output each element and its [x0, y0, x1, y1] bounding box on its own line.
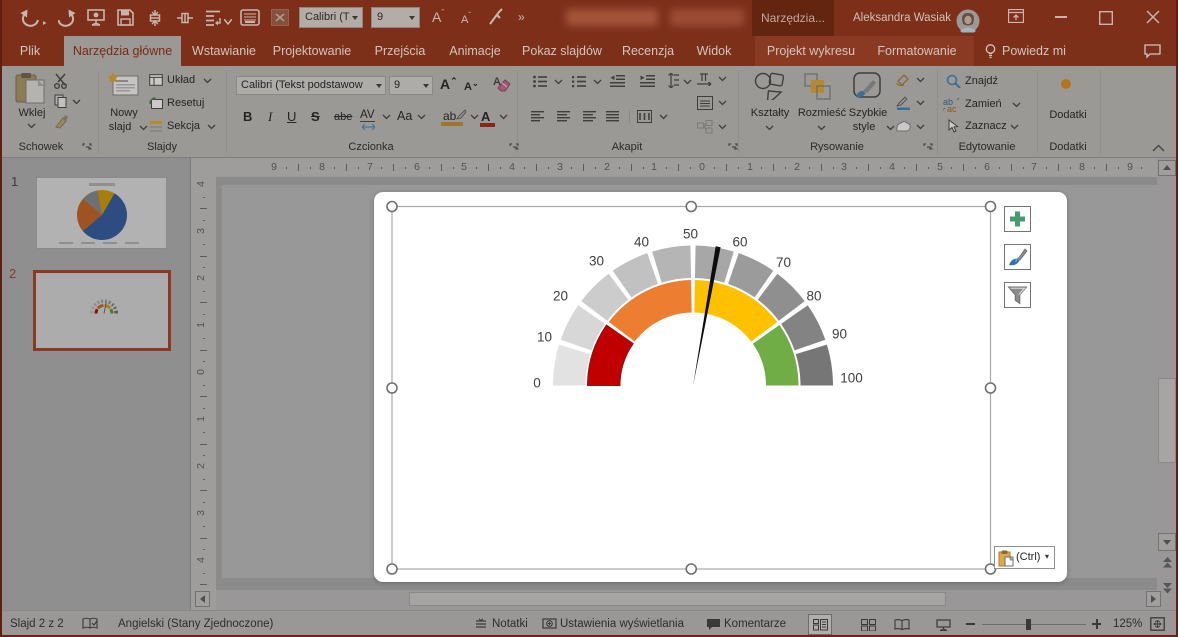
- svg-text:20: 20: [553, 289, 568, 304]
- svg-text:50: 50: [683, 227, 698, 242]
- svg-text:0: 0: [533, 376, 541, 391]
- svg-text:10: 10: [537, 330, 552, 345]
- svg-text:ac: ac: [947, 104, 957, 112]
- svg-text:80: 80: [806, 289, 821, 304]
- svg-text:60: 60: [732, 235, 747, 250]
- svg-text:100: 100: [840, 371, 863, 386]
- svg-text:90: 90: [832, 327, 847, 342]
- svg-text:70: 70: [776, 255, 791, 270]
- svg-text:40: 40: [634, 235, 649, 250]
- svg-text:30: 30: [589, 254, 604, 269]
